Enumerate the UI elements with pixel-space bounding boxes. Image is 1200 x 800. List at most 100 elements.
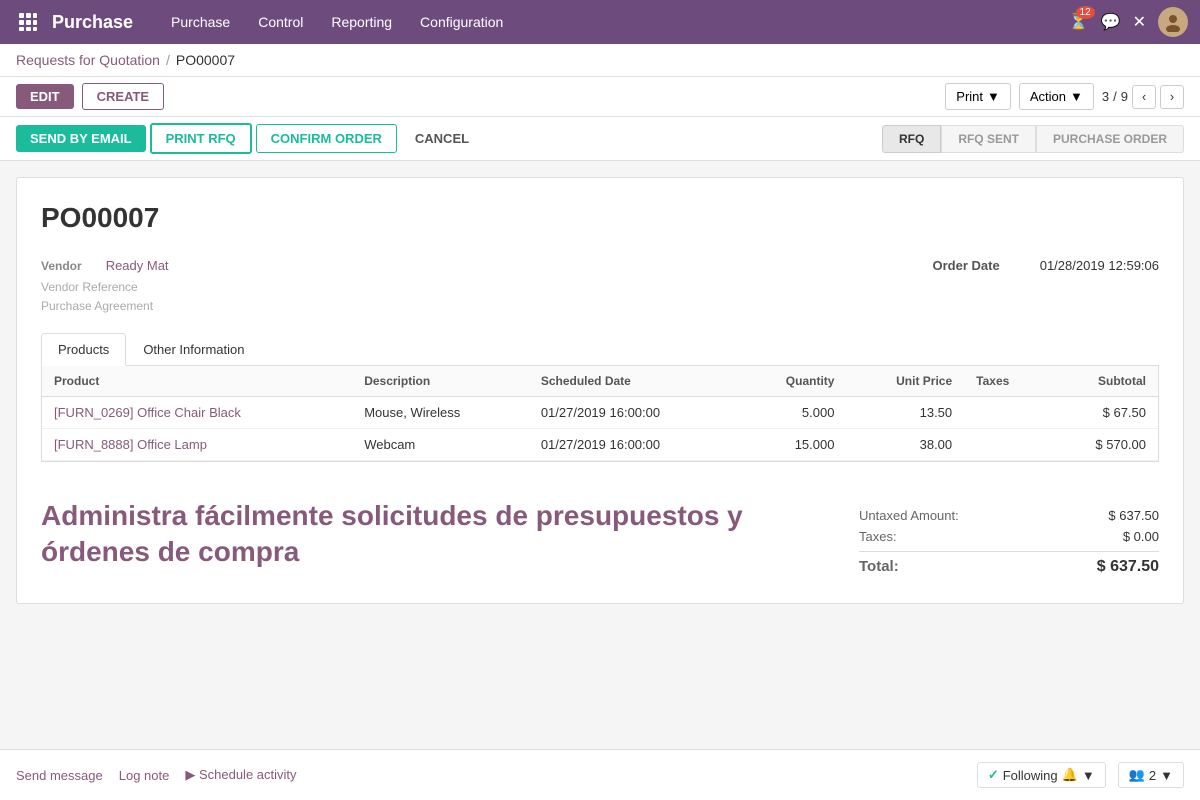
print-label: Print: [956, 89, 983, 104]
col-subtotal: Subtotal: [1048, 366, 1158, 397]
pagination-next[interactable]: ›: [1160, 85, 1184, 109]
totals-table: Untaxed Amount: $ 637.50 Taxes: $ 0.00 T…: [859, 505, 1159, 579]
cell-description-0: Mouse, Wireless: [352, 397, 529, 429]
following-chevron: ▼: [1082, 768, 1095, 783]
untaxed-value: $ 637.50: [1108, 508, 1159, 523]
cell-price-1: 38.00: [846, 429, 964, 461]
cell-taxes-0: [964, 397, 1048, 429]
pagination-prev[interactable]: ‹: [1132, 85, 1156, 109]
bell-icon: 🔔: [1062, 767, 1078, 783]
cell-qty-1: 15.000: [740, 429, 847, 461]
cell-subtotal-0: $ 67.50: [1048, 397, 1158, 429]
print-dropdown[interactable]: Print ▼: [945, 83, 1011, 110]
cancel-button[interactable]: CANCEL: [401, 125, 483, 152]
action-bar: EDIT CREATE Print ▼ Action ▼ 3 / 9 ‹ ›: [0, 77, 1200, 117]
cell-qty-0: 5.000: [740, 397, 847, 429]
pagination-sep: /: [1113, 89, 1117, 104]
bottom-right: ✓ Following 🔔 ▼ 👥 2 ▼: [977, 762, 1184, 788]
cell-date-0: 01/27/2019 16:00:00: [529, 397, 740, 429]
status-rfq[interactable]: RFQ: [882, 125, 941, 153]
followers-chevron: ▼: [1160, 768, 1173, 783]
breadcrumb-parent[interactable]: Requests for Quotation: [16, 52, 160, 68]
col-taxes: Taxes: [964, 366, 1048, 397]
log-note[interactable]: Log note: [119, 768, 170, 783]
cell-product-1[interactable]: [FURN_8888] Office Lamp: [42, 429, 352, 461]
promo-section: Administra fácilmente solicitudes de pre…: [41, 474, 839, 579]
cell-description-1: Webcam: [352, 429, 529, 461]
table-row: [FURN_8888] Office Lamp Webcam 01/27/201…: [42, 429, 1158, 461]
status-rfq-sent[interactable]: RFQ SENT: [941, 125, 1036, 153]
action-dropdown[interactable]: Action ▼: [1019, 83, 1094, 110]
notification-badge: 12: [1076, 6, 1095, 19]
vendor-value[interactable]: Ready Mat: [106, 258, 169, 273]
pagination-current: 3: [1102, 89, 1109, 104]
print-chevron: ▼: [987, 89, 1000, 104]
cell-price-0: 13.50: [846, 397, 964, 429]
app-title: Purchase: [52, 12, 133, 33]
grid-icon[interactable]: [12, 6, 44, 38]
pagination-total: 9: [1121, 89, 1128, 104]
schedule-activity[interactable]: ▶ Schedule activity: [185, 767, 296, 783]
nav-reporting[interactable]: Reporting: [317, 0, 406, 44]
close-icon[interactable]: ✕: [1133, 12, 1146, 32]
col-scheduled-date: Scheduled Date: [529, 366, 740, 397]
action-chevron: ▼: [1070, 89, 1083, 104]
breadcrumb-current: PO00007: [176, 52, 235, 68]
confirm-order-button[interactable]: CONFIRM ORDER: [256, 124, 397, 153]
clock-icon[interactable]: ⏳ 12: [1069, 12, 1089, 32]
tab-other-info[interactable]: Other Information: [126, 333, 261, 366]
tab-products[interactable]: Products: [41, 333, 126, 366]
cell-date-1: 01/27/2019 16:00:00: [529, 429, 740, 461]
field-group-right: Order Date 01/28/2019 12:59:06: [481, 258, 1159, 313]
chat-icon[interactable]: 💬: [1101, 12, 1121, 32]
create-button[interactable]: CREATE: [82, 83, 164, 110]
following-label: Following: [1003, 768, 1058, 783]
table-row: [FURN_0269] Office Chair Black Mouse, Wi…: [42, 397, 1158, 429]
print-rfq-button[interactable]: PRINT RFQ: [150, 123, 252, 154]
edit-button[interactable]: EDIT: [16, 84, 74, 109]
total-row: Total: $ 637.50: [859, 551, 1159, 579]
followers-button[interactable]: 👥 2 ▼: [1118, 762, 1184, 788]
bottom-bar: Send message Log note ▶ Schedule activit…: [0, 749, 1200, 800]
followers-count: 2: [1149, 768, 1156, 783]
cell-taxes-1: [964, 429, 1048, 461]
vendor-ref-label: Vendor Reference: [41, 280, 138, 294]
po-number: PO00007: [41, 202, 1159, 234]
total-label: Total:: [859, 558, 899, 576]
following-button[interactable]: ✓ Following 🔔 ▼: [977, 762, 1106, 788]
action-label: Action: [1030, 89, 1066, 104]
followers-person-icon: 👥: [1129, 767, 1145, 783]
main-content: PO00007 Vendor Ready Mat Vendor Referenc…: [0, 161, 1200, 733]
pagination: 3 / 9 ‹ ›: [1102, 85, 1184, 109]
products-table: Product Description Scheduled Date Quant…: [42, 366, 1158, 461]
nav-right: ⏳ 12 💬 ✕: [1069, 7, 1188, 37]
user-avatar[interactable]: [1158, 7, 1188, 37]
doc-action-bar: SEND BY EMAIL PRINT RFQ CONFIRM ORDER CA…: [0, 117, 1200, 161]
order-date-value: 01/28/2019 12:59:06: [1040, 258, 1159, 273]
send-by-email-button[interactable]: SEND BY EMAIL: [16, 125, 146, 152]
nav-purchase[interactable]: Purchase: [157, 0, 244, 44]
clock-small-icon: ▶: [185, 767, 195, 782]
nav-control[interactable]: Control: [244, 0, 317, 44]
taxes-value: $ 0.00: [1123, 529, 1159, 544]
nav-menu: Purchase Control Reporting Configuration: [157, 0, 517, 44]
purchase-agreement-label: Purchase Agreement: [41, 299, 153, 313]
col-product: Product: [42, 366, 352, 397]
col-quantity: Quantity: [740, 366, 847, 397]
col-description: Description: [352, 366, 529, 397]
status-purchase-order[interactable]: PURCHASE ORDER: [1036, 125, 1184, 153]
top-navigation: Purchase Purchase Control Reporting Conf…: [0, 0, 1200, 44]
order-date-label: Order Date: [933, 258, 1000, 273]
tabs: Products Other Information: [41, 333, 1159, 366]
following-check-icon: ✓: [988, 767, 999, 783]
nav-configuration[interactable]: Configuration: [406, 0, 517, 44]
cell-product-0[interactable]: [FURN_0269] Office Chair Black: [42, 397, 352, 429]
document-card: PO00007 Vendor Ready Mat Vendor Referenc…: [16, 177, 1184, 604]
vendor-label: Vendor: [41, 259, 82, 273]
taxes-label: Taxes:: [859, 529, 897, 544]
send-message[interactable]: Send message: [16, 768, 103, 783]
breadcrumb: Requests for Quotation / PO00007: [0, 44, 1200, 77]
col-unit-price: Unit Price: [846, 366, 964, 397]
untaxed-label: Untaxed Amount:: [859, 508, 959, 523]
breadcrumb-separator: /: [166, 52, 170, 68]
